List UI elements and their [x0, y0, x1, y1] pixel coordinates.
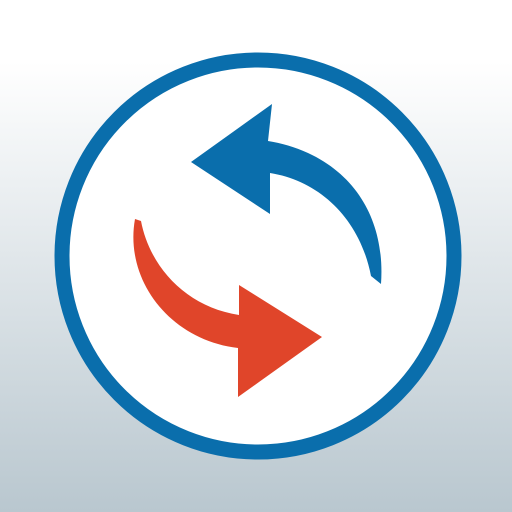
app-icon [0, 0, 512, 512]
sync-arrows-icon [0, 0, 512, 512]
